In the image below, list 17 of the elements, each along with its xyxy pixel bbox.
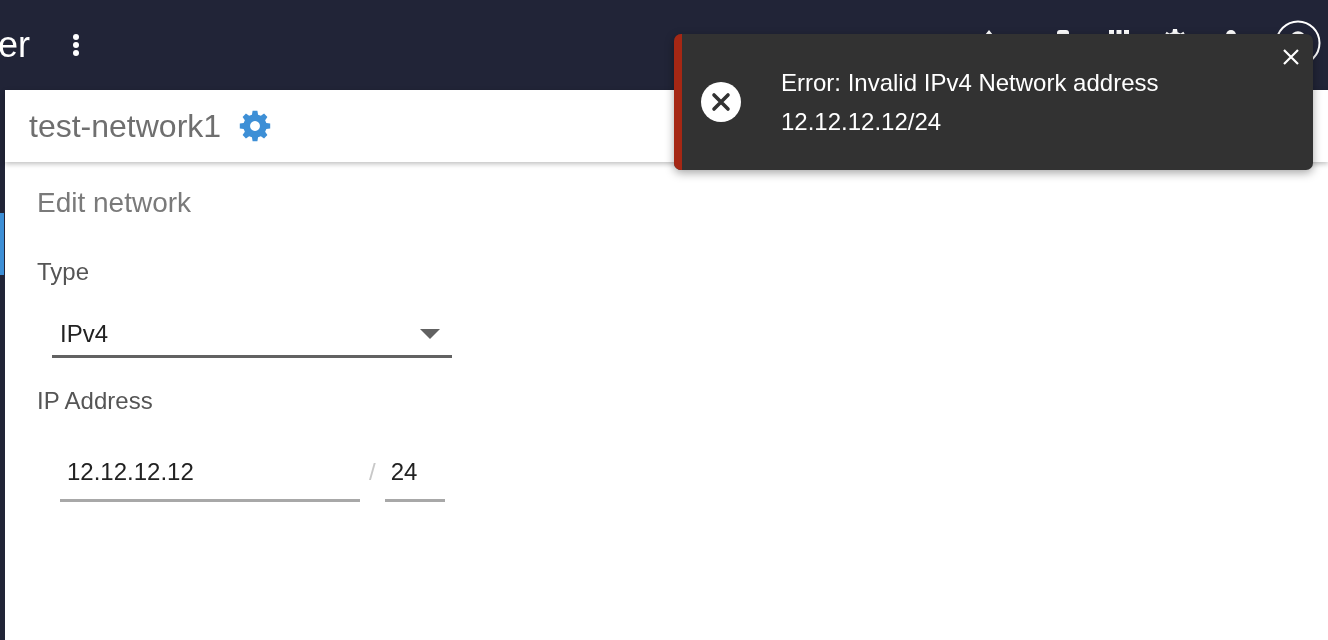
error-icon	[701, 82, 741, 122]
sidebar-active-indicator	[0, 213, 4, 275]
ip-address-field[interactable]: 12.12.12.12	[60, 445, 360, 502]
settings-icon[interactable]	[239, 110, 272, 142]
app-title: er	[0, 23, 30, 67]
prefix-separator: /	[369, 457, 376, 487]
type-dropdown[interactable]: IPv4	[52, 312, 452, 358]
type-label: Type	[37, 258, 90, 286]
prefix-length-field[interactable]: 24	[384, 445, 445, 502]
ip-address-label: IP Address	[37, 387, 153, 415]
close-button[interactable]	[1281, 47, 1301, 67]
more-menu-icon[interactable]	[72, 33, 80, 57]
caret-icon	[420, 328, 440, 339]
close-icon	[1281, 47, 1301, 67]
page-title: test-network1	[29, 107, 222, 146]
section-title: Edit network	[37, 186, 192, 220]
error-message: Error: Invalid IPv4 Network address 12.12.12.12/24	[781, 68, 1160, 137]
